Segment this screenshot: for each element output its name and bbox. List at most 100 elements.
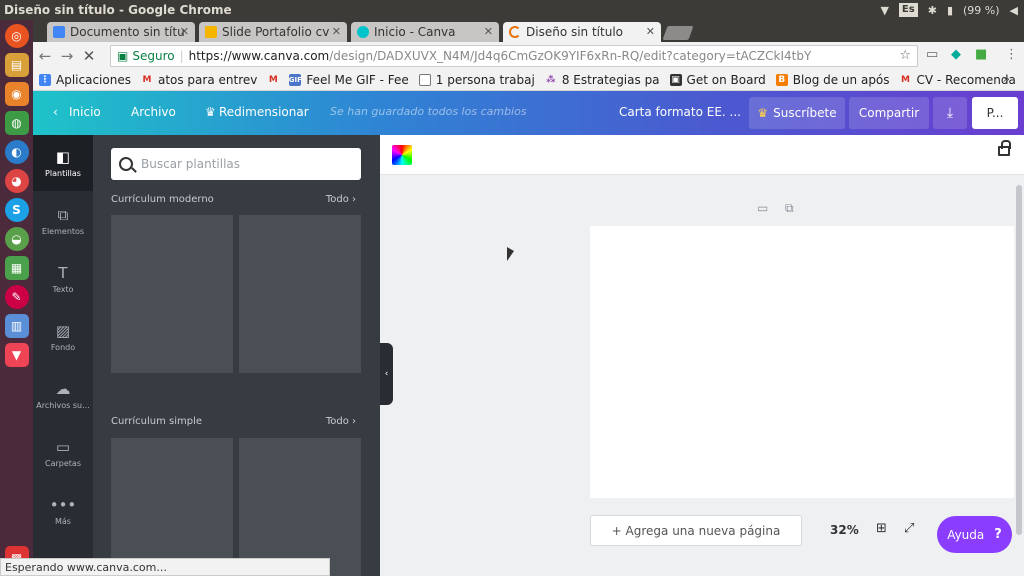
document-icon[interactable]: ▥: [4, 314, 29, 338]
chrome-icon[interactable]: ◍: [4, 111, 29, 135]
extension-icon[interactable]: ■: [975, 47, 987, 62]
download-icon[interactable]: ⤓: [933, 97, 967, 129]
zoom-level[interactable]: 32%: [830, 523, 859, 537]
bookmark-feel-me-gif[interactable]: GIF Feel Me GIF - Fee: [289, 73, 409, 87]
bookmark-8-estrategias[interactable]: ⁂ 8 Estrategias pa: [545, 73, 660, 87]
window-title: Diseño sin título - Google Chrome: [4, 3, 232, 17]
publish-button[interactable]: P...: [972, 97, 1018, 129]
template-search-input[interactable]: Buscar plantillas: [111, 148, 361, 180]
template-thumbnail[interactable]: [239, 438, 361, 576]
ubuntu-dash-icon[interactable]: ◎: [4, 24, 29, 48]
scrollbar-thumb[interactable]: [1016, 185, 1022, 535]
help-button[interactable]: Ayuda ?: [937, 516, 1012, 553]
close-tab-icon[interactable]: ✕: [646, 25, 655, 38]
design-name[interactable]: Carta formato EE. ...: [619, 105, 741, 119]
bookmark-get-on-board[interactable]: ▣ Get on Board: [669, 73, 766, 87]
bookmark-atos[interactable]: M atos para entrev: [141, 73, 257, 87]
tab-strip: Documento sin títu ✕ Slide Portafolio cv…: [33, 20, 1024, 42]
resize-button[interactable]: Redimensionar: [219, 105, 309, 119]
bookmark-apps[interactable]: ⋮ Aplicaciones: [39, 73, 131, 87]
forward-arrow-icon[interactable]: →: [57, 46, 77, 66]
bluetooth-icon[interactable]: ✱: [928, 4, 937, 17]
bookmark-gmail[interactable]: M: [267, 74, 279, 86]
sidebar-item-plantillas[interactable]: ◧ Plantillas: [33, 135, 93, 191]
browser-icon[interactable]: ◐: [4, 140, 29, 164]
wifi-icon[interactable]: ▼: [880, 4, 888, 17]
tab-slide-portafolio[interactable]: Slide Portafolio cv ✕: [199, 22, 347, 42]
bookmark-1-persona[interactable]: 1 persona trabaj: [418, 73, 535, 87]
tab-inicio-canva[interactable]: Inicio - Canva ✕: [351, 22, 499, 42]
vertical-scrollbar[interactable]: [1014, 175, 1024, 576]
cast-icon[interactable]: ▭: [926, 47, 938, 62]
sidebar-item-archivos[interactable]: ☁ Archivos su...: [33, 367, 93, 423]
see-all-link[interactable]: Todo ›: [326, 194, 356, 205]
sidebar-item-label: Carpetas: [45, 458, 81, 468]
apps-grid-icon: ⋮: [39, 74, 51, 86]
bookmark-cv[interactable]: M CV - Recomenda: [900, 73, 1016, 87]
sidebar-item-mas[interactable]: ••• Más: [33, 483, 93, 539]
chrome-window: Documento sin títu ✕ Slide Portafolio cv…: [33, 20, 1024, 576]
background-icon: ▨: [55, 321, 71, 340]
home-link[interactable]: Inicio: [69, 105, 101, 119]
page-icon: [418, 74, 431, 86]
bookmark-blog[interactable]: B Blog de un após: [775, 73, 890, 87]
skype-icon[interactable]: S: [4, 198, 29, 222]
templates-icon: ◧: [55, 147, 71, 166]
see-all-link[interactable]: Todo ›: [326, 416, 356, 427]
network-icon[interactable]: ◒: [4, 227, 29, 251]
sidebar-item-texto[interactable]: T Texto: [33, 251, 93, 307]
software-center-icon[interactable]: ▼: [4, 343, 29, 367]
template-thumbnail[interactable]: [111, 215, 233, 373]
loading-spinner-icon: [509, 26, 521, 38]
bookmark-star-icon[interactable]: ☆: [899, 48, 911, 63]
close-tab-icon[interactable]: ✕: [332, 25, 341, 38]
share-button[interactable]: Compartir: [849, 97, 929, 129]
browser-status-bar: Esperando www.canva.com...: [0, 558, 330, 576]
design-page[interactable]: [590, 226, 1014, 498]
new-tab-button[interactable]: [662, 26, 694, 40]
files-icon[interactable]: ▤: [4, 53, 29, 77]
settings-icon[interactable]: ✎: [4, 285, 29, 309]
color-picker-icon[interactable]: [392, 145, 412, 165]
keyboard-layout[interactable]: Es: [898, 3, 918, 17]
back-arrow-icon[interactable]: ←: [35, 46, 55, 66]
back-chevron-icon[interactable]: ‹: [53, 105, 58, 119]
close-tab-icon[interactable]: ✕: [484, 25, 493, 38]
os-top-panel: Diseño sin título - Google Chrome ▼ Es ✱…: [0, 0, 1024, 20]
screen: Diseño sin título - Google Chrome ▼ Es ✱…: [0, 0, 1024, 576]
canva-sidebar: ◧ Plantillas ⧉ Elementos T Texto ▨ Fondo…: [33, 135, 93, 576]
bookmark-label: Get on Board: [686, 73, 766, 87]
battery-icon[interactable]: ▮: [947, 4, 953, 17]
more-bookmarks-icon[interactable]: »: [1003, 72, 1010, 86]
stop-loading-icon[interactable]: ✕: [79, 46, 99, 66]
sidebar-item-carpetas[interactable]: ▭ Carpetas: [33, 425, 93, 481]
blogger-icon: B: [775, 74, 788, 86]
firefox-icon[interactable]: ◉: [4, 82, 29, 106]
address-bar[interactable]: ▣ Seguro | https://www.canva.com /design…: [110, 45, 918, 67]
tab-diseno-sin-titulo[interactable]: Diseño sin título ✕: [503, 22, 661, 42]
fullscreen-icon[interactable]: ⤢: [904, 521, 914, 536]
sound-icon[interactable]: ◀: [1010, 4, 1018, 17]
location-extension-icon[interactable]: ◆: [951, 47, 961, 62]
close-tab-icon[interactable]: ✕: [180, 25, 189, 38]
bookmark-label: 8 Estrategias pa: [561, 73, 660, 87]
tab-documento[interactable]: Documento sin títu ✕: [47, 22, 195, 42]
collapse-panel-chevron-icon[interactable]: ‹: [380, 343, 393, 405]
chrome-menu-icon[interactable]: ⋮: [1005, 47, 1018, 62]
page-notes-icon[interactable]: ▭: [757, 201, 768, 215]
url-host: https://www.canva.com: [188, 49, 330, 63]
file-menu[interactable]: Archivo: [131, 105, 176, 119]
template-thumbnail[interactable]: [111, 438, 233, 576]
chromium-icon[interactable]: ◕: [4, 169, 29, 193]
sidebar-item-elementos[interactable]: ⧉ Elementos: [33, 193, 93, 249]
subscribe-button[interactable]: ♛ Suscríbete: [749, 97, 845, 129]
sidebar-item-fondo[interactable]: ▨ Fondo: [33, 309, 93, 365]
templates-panel: Buscar plantillas Currículum moderno Tod…: [93, 135, 380, 576]
spreadsheet-icon[interactable]: ▦: [4, 256, 29, 280]
lock-icon[interactable]: [998, 140, 1011, 156]
template-thumbnail[interactable]: [239, 215, 361, 373]
grid-view-icon[interactable]: ⊞: [876, 521, 887, 536]
duplicate-page-icon[interactable]: ⧉: [785, 201, 794, 216]
add-page-button[interactable]: + Agrega una nueva página: [590, 515, 802, 546]
subscribe-label: Suscríbete: [773, 106, 837, 120]
